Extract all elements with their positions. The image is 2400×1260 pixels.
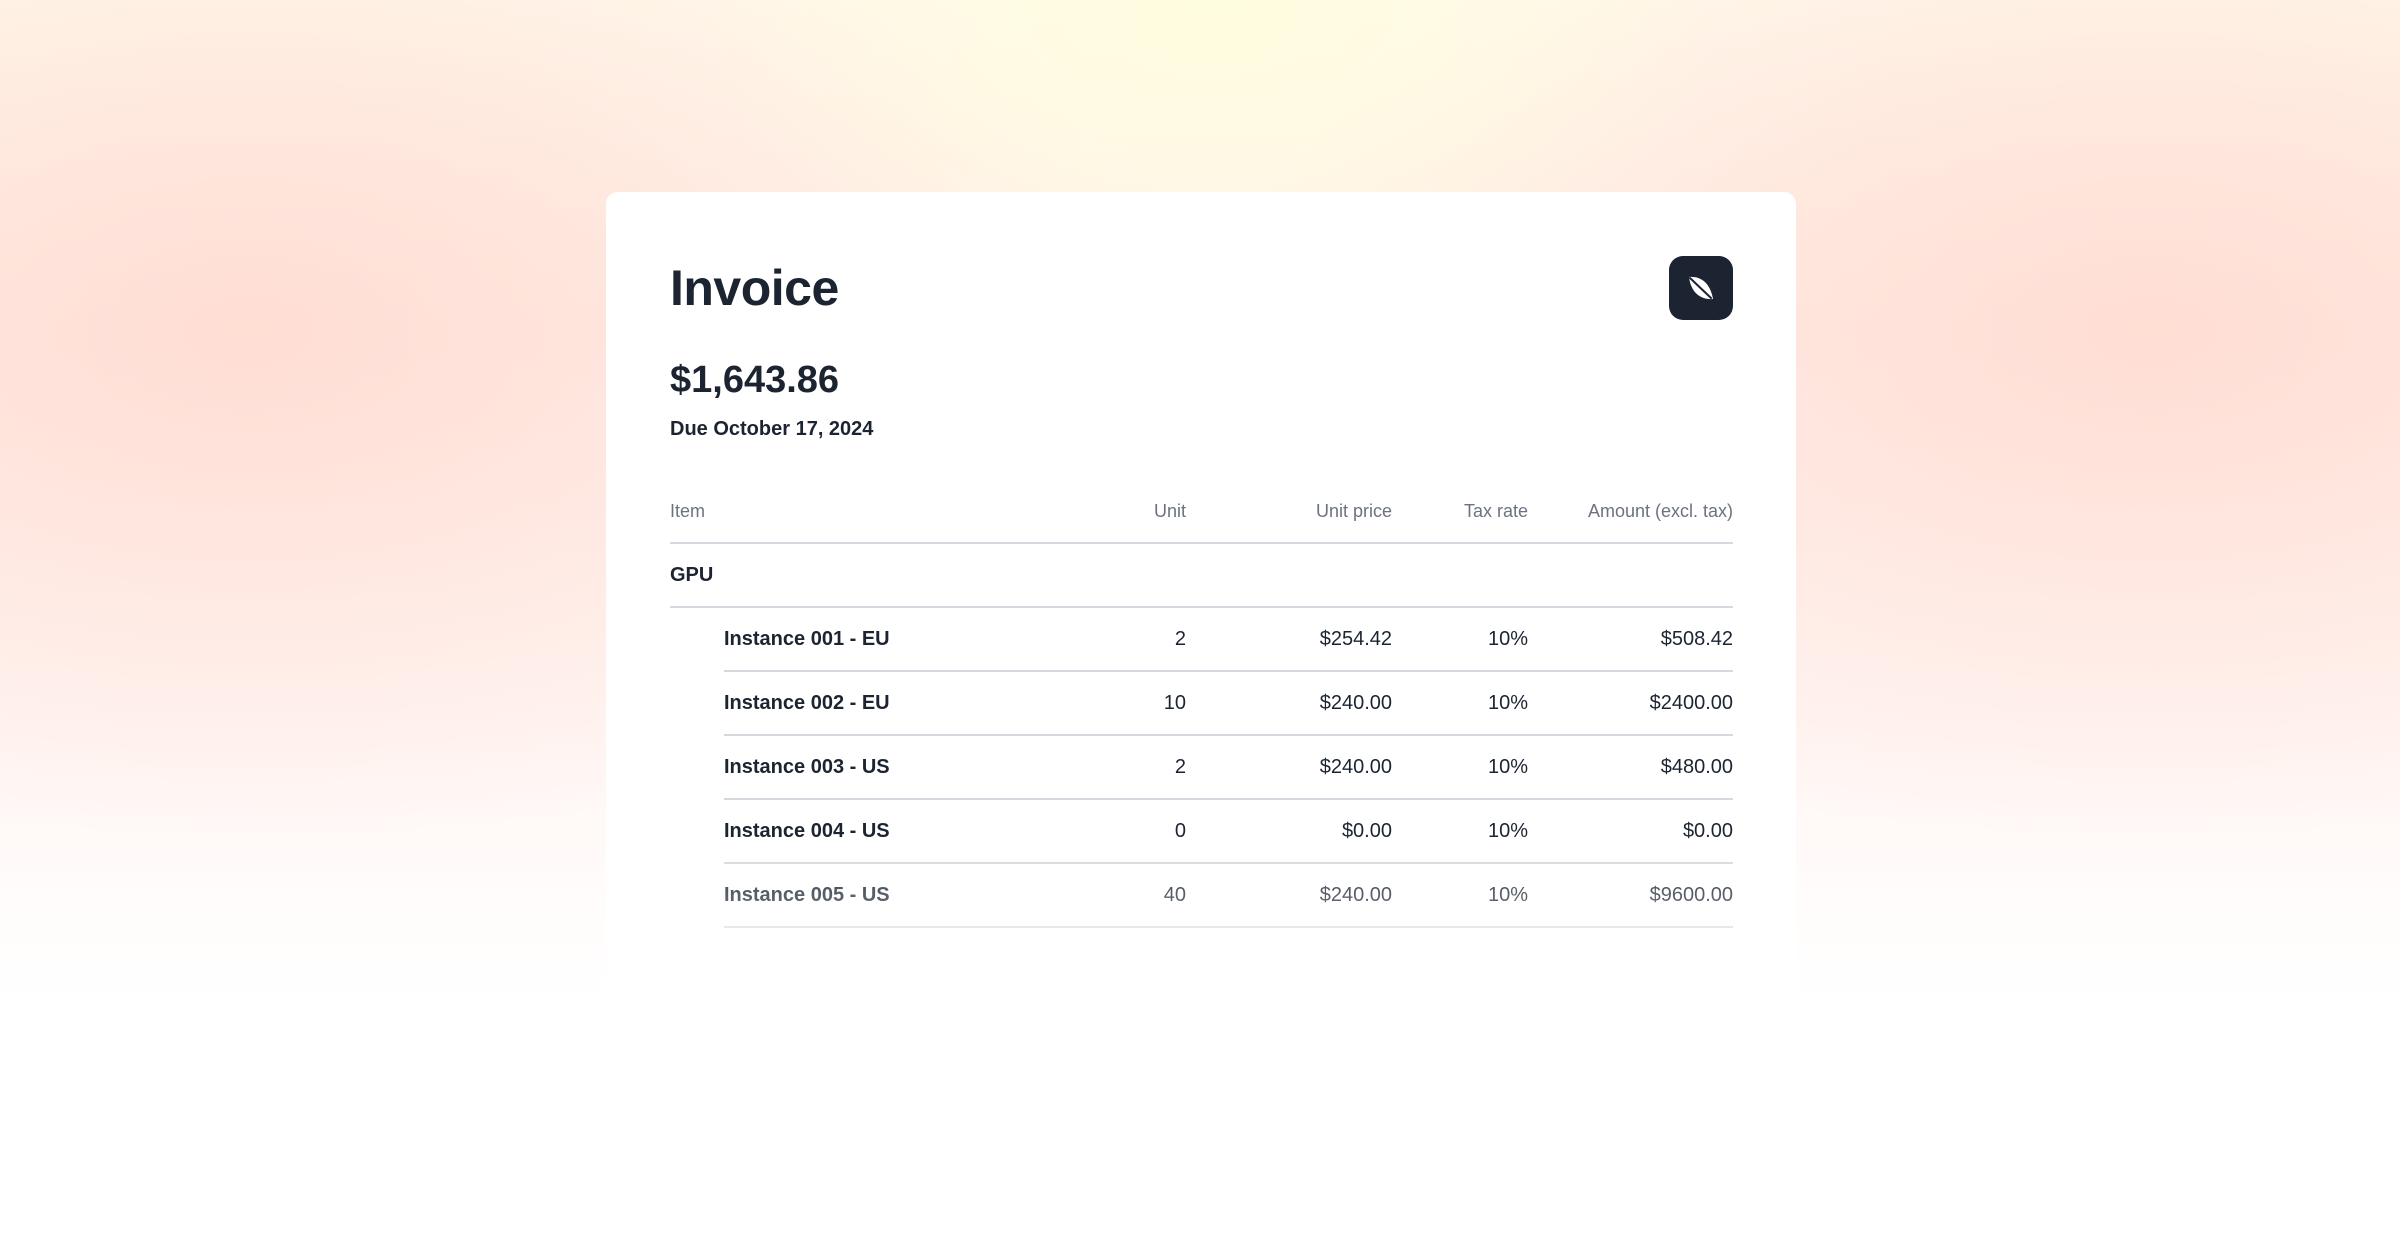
item-tax-rate: 10% — [1392, 671, 1528, 736]
item-unit-price: $240.00 — [1186, 735, 1392, 800]
item-name: Instance 002 - EU — [724, 671, 1070, 736]
table-header-row: Item Unit Unit price Tax rate Amount (ex… — [670, 480, 1733, 544]
item-amount: $508.42 — [1528, 607, 1733, 672]
item-amount: $0.00 — [1528, 799, 1733, 864]
invoice-total: $1,643.86 — [670, 359, 840, 401]
item-unit-price: $0.00 — [1186, 799, 1392, 864]
item-unit: 2 — [1070, 735, 1186, 800]
line-items-table: Item Unit Unit price Tax rate Amount (ex… — [670, 480, 1733, 928]
group-name: GPU — [670, 543, 1733, 608]
item-unit-price: $240.00 — [1186, 863, 1392, 928]
item-name: Instance 005 - US — [724, 863, 1070, 928]
item-unit: 40 — [1070, 863, 1186, 928]
item-name: Instance 001 - EU — [724, 607, 1070, 672]
group-row: GPU — [670, 543, 1733, 608]
table-row: Instance 001 - EU 2 $254.42 10% $508.42 — [670, 607, 1733, 672]
due-date: Due October 17, 2024 — [670, 418, 874, 440]
item-unit: 2 — [1070, 607, 1186, 672]
item-unit-price: $254.42 — [1186, 607, 1392, 672]
item-name: Instance 004 - US — [724, 799, 1070, 864]
item-unit: 10 — [1070, 671, 1186, 736]
leaf-icon — [1689, 276, 1713, 300]
item-unit: 0 — [1070, 799, 1186, 864]
item-tax-rate: 10% — [1392, 607, 1528, 672]
item-tax-rate: 10% — [1392, 799, 1528, 864]
table-row: Instance 005 - US 40 $240.00 10% $9600.0… — [670, 863, 1733, 928]
item-unit-price: $240.00 — [1186, 671, 1392, 736]
item-amount: $2400.00 — [1528, 671, 1733, 736]
header-amount: Amount (excl. tax) — [1528, 480, 1733, 544]
header-unit-price: Unit price — [1186, 480, 1392, 544]
invoice-title: Invoice — [670, 260, 839, 316]
header-unit: Unit — [1070, 480, 1186, 544]
item-tax-rate: 10% — [1392, 863, 1528, 928]
header-item: Item — [670, 480, 1070, 544]
item-tax-rate: 10% — [1392, 735, 1528, 800]
table-row: Instance 004 - US 0 $0.00 10% $0.00 — [670, 799, 1733, 864]
item-name: Instance 003 - US — [724, 735, 1070, 800]
item-amount: $480.00 — [1528, 735, 1733, 800]
table-row: Instance 003 - US 2 $240.00 10% $480.00 — [670, 735, 1733, 800]
header-tax-rate: Tax rate — [1392, 480, 1528, 544]
brand-logo — [1669, 256, 1733, 320]
invoice-header: Invoice — [670, 256, 1733, 320]
table-row: Instance 002 - EU 10 $240.00 10% $2400.0… — [670, 671, 1733, 736]
item-amount: $9600.00 — [1528, 863, 1733, 928]
invoice-card: Invoice $1,643.86 Due October 17, 2024 I… — [602, 192, 1800, 1096]
